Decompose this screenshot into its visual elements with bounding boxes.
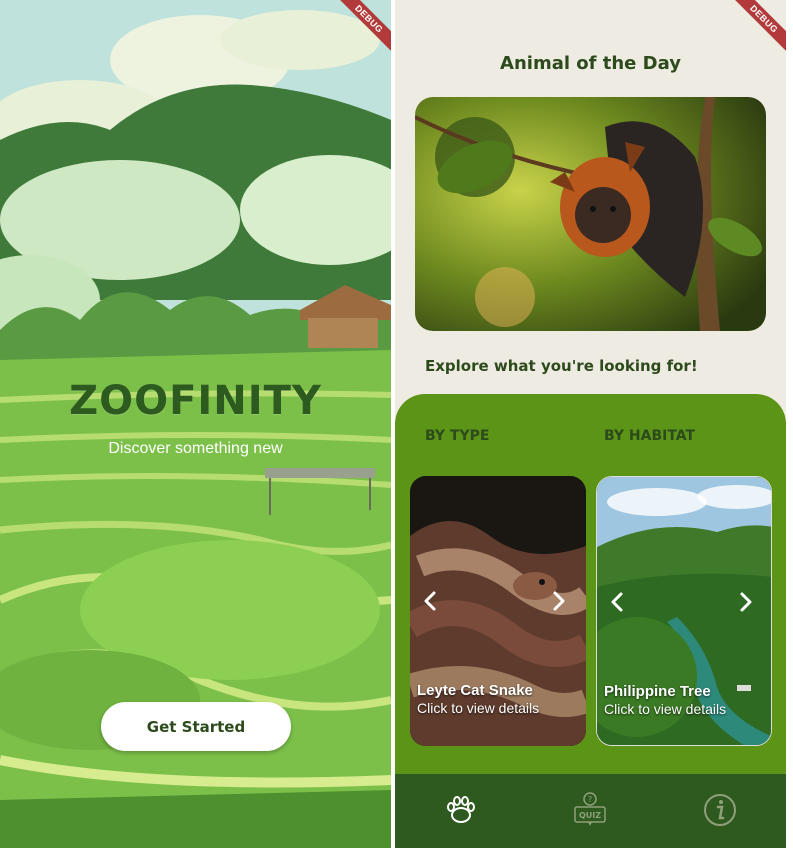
type-card[interactable]: Leyte Cat Snake Click to view details (410, 476, 586, 746)
splash-screen: ZOOFINITY Discover something new Get Sta… (0, 0, 391, 848)
app-subtitle: Discover something new (108, 440, 283, 457)
quiz-icon[interactable]: ? QUIZ (570, 790, 610, 830)
animal-of-the-day-title: Animal of the Day (500, 53, 681, 74)
tab-by-type[interactable]: BY TYPE (425, 428, 489, 444)
animal-of-the-day-image[interactable] (415, 97, 766, 331)
app-title: ZOOFINITY (69, 378, 322, 424)
tab-by-habitat[interactable]: BY HABITAT (604, 428, 695, 444)
paw-icon[interactable] (441, 790, 481, 830)
debug-banner: DEBUG (730, 0, 786, 56)
home-screen: DEBUG Animal of the Day Explore what you… (395, 0, 786, 848)
card-title: Philippine Tree (604, 683, 711, 700)
card-hint: Click to view details (604, 701, 727, 717)
chevron-left-icon[interactable] (420, 590, 442, 612)
explore-title: Explore what you're looking for! (425, 357, 698, 375)
get-started-button[interactable]: Get Started (101, 702, 291, 751)
debug-label: DEBUG (730, 0, 786, 56)
bottom-nav: ? QUIZ (395, 774, 786, 848)
bat-photo (415, 97, 766, 331)
card-hint: Click to view details (417, 700, 540, 716)
svg-text:?: ? (588, 795, 592, 804)
chevron-left-icon[interactable] (607, 591, 629, 613)
chevron-right-icon[interactable] (547, 590, 569, 612)
chevron-right-icon[interactable] (734, 591, 756, 613)
info-icon[interactable] (700, 790, 740, 830)
habitat-card[interactable]: Philippine Tree Click to view details (596, 476, 772, 746)
quiz-label: QUIZ (579, 811, 601, 820)
card-title: Leyte Cat Snake (417, 682, 533, 699)
